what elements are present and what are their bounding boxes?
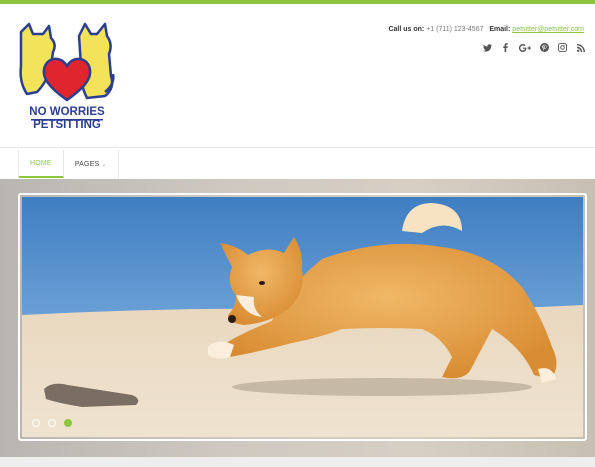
content-strip xyxy=(0,457,595,467)
twitter-icon[interactable] xyxy=(483,42,492,53)
slider-dot-2[interactable] xyxy=(48,419,56,427)
site-logo[interactable]: NO WORRIES PETSITTING xyxy=(17,22,117,134)
facebook-icon[interactable] xyxy=(501,42,510,53)
slider-dot-1[interactable] xyxy=(32,419,40,427)
slider-pagination xyxy=(32,419,72,427)
chevron-down-icon: ⌄ xyxy=(101,161,107,168)
nav-pages-label: PAGES xyxy=(74,160,100,168)
nav-item-home[interactable]: HOME xyxy=(19,150,64,178)
slider-dot-3[interactable] xyxy=(64,419,72,427)
nav-divider xyxy=(0,147,595,148)
slider-frame xyxy=(18,193,587,441)
call-label: Call us on: xyxy=(388,26,425,33)
rss-icon[interactable] xyxy=(576,42,585,53)
phone-number[interactable]: +1 (711) 123-4567 xyxy=(426,26,483,33)
logo-line-1: NO WORRIES xyxy=(29,106,105,118)
pinterest-icon[interactable] xyxy=(540,42,549,53)
nav-item-pages[interactable]: PAGES ⌄ xyxy=(64,150,119,178)
logo-line-2: PETSITTING xyxy=(33,119,101,131)
email-label: Email: xyxy=(489,26,511,33)
main-navigation: HOME PAGES ⌄ xyxy=(18,150,119,178)
email-link[interactable]: petsitter@petsitter.com xyxy=(512,26,584,33)
contact-info: Call us on: +1 (711) 123-4567 Email: pet… xyxy=(388,26,584,33)
nav-home-label: HOME xyxy=(30,159,52,167)
site-header: NO WORRIES PETSITTING Call us on: +1 (71… xyxy=(0,4,595,147)
instagram-icon[interactable] xyxy=(558,42,567,53)
google-plus-icon[interactable] xyxy=(519,42,531,53)
social-links xyxy=(483,42,585,53)
